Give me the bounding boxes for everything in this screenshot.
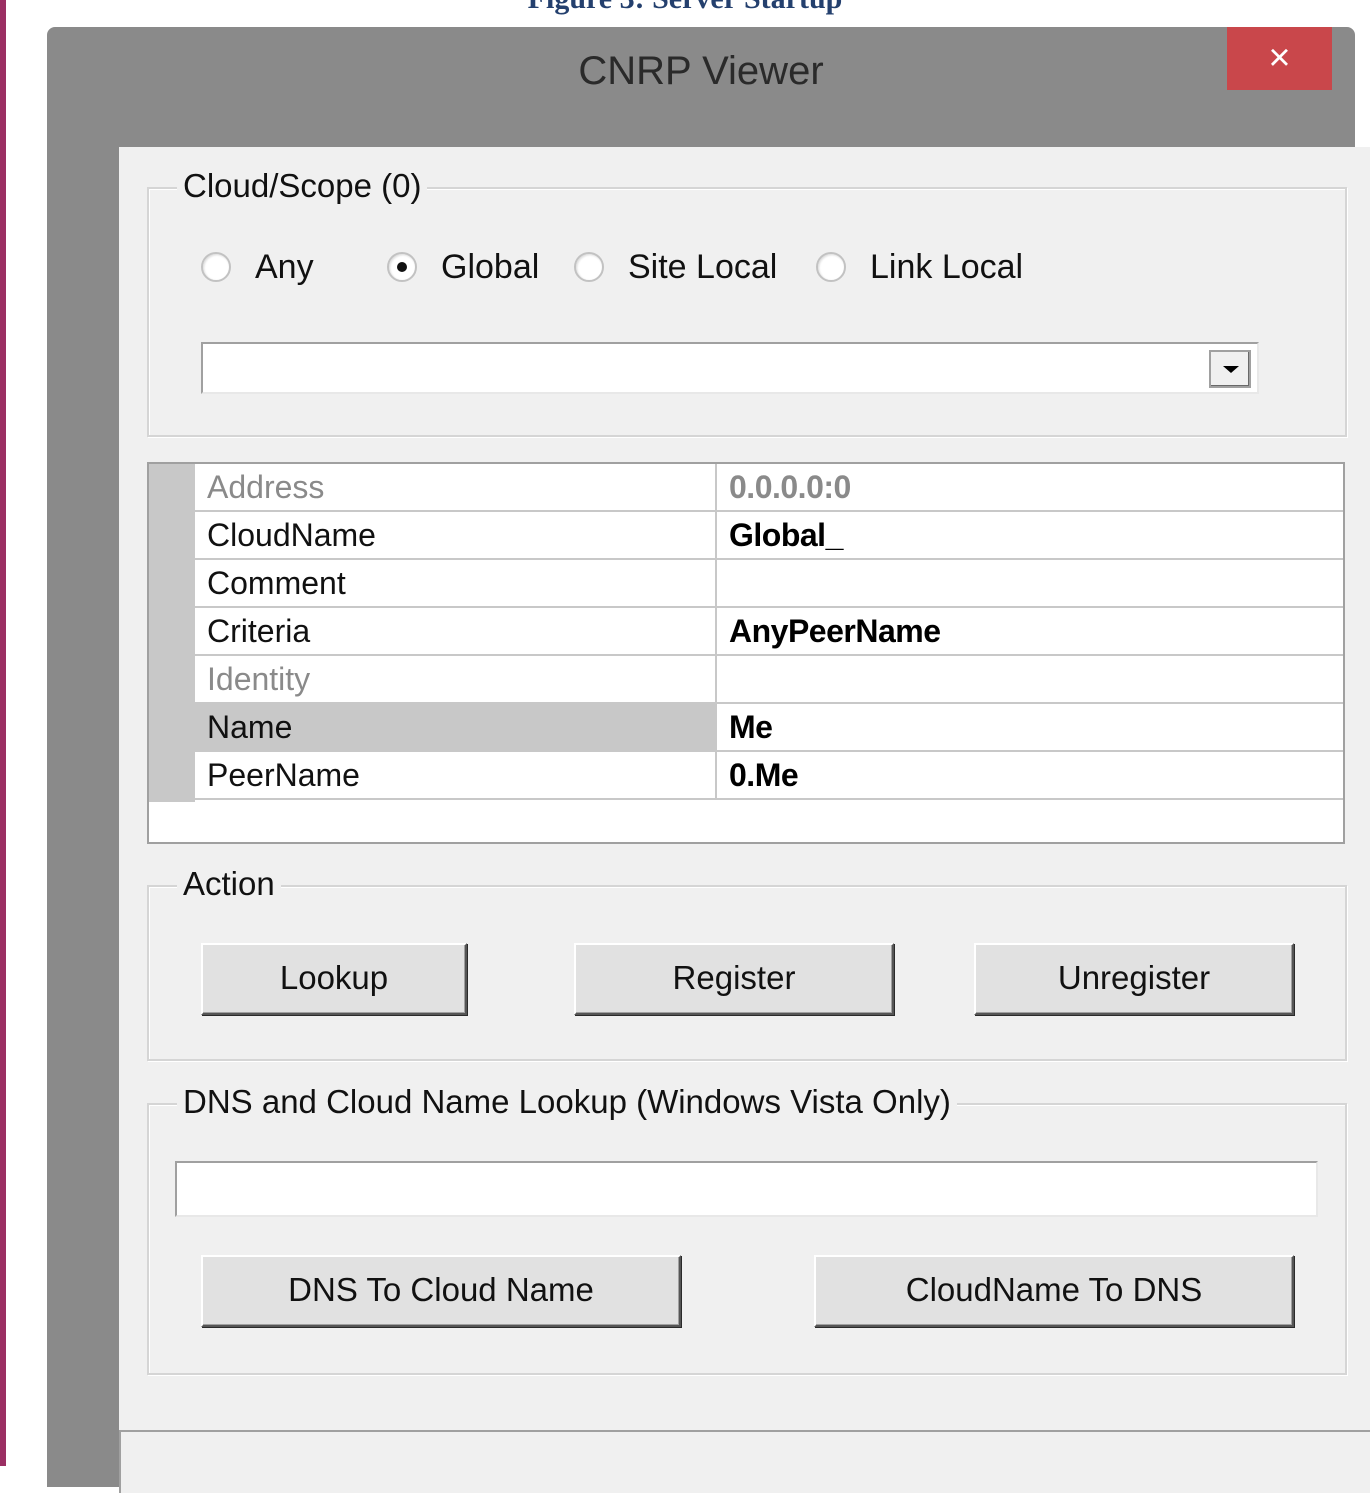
window-title: CNRP Viewer (578, 49, 824, 93)
radio-link-local[interactable]: Link Local (816, 247, 1023, 287)
radio-site-local-label: Site Local (628, 247, 778, 286)
property-name: Criteria (195, 608, 717, 654)
property-value[interactable] (717, 656, 1355, 702)
property-row-cloudname[interactable]: CloudName Global_ (195, 512, 1343, 560)
cnrp-viewer-window: CNRP Viewer × Cloud/Scope (0) Any Global… (47, 27, 1370, 1493)
dropdown-arrow-icon[interactable] (1209, 350, 1251, 388)
property-value[interactable]: Global_ (717, 512, 1355, 558)
radio-link-local-circle[interactable] (816, 252, 846, 282)
radio-global[interactable]: Global (387, 247, 539, 287)
property-name: Address (195, 464, 717, 510)
property-row-criteria[interactable]: Criteria AnyPeerName (195, 608, 1343, 656)
close-icon: × (1268, 37, 1291, 79)
property-grid-gutter (149, 464, 195, 802)
property-row-identity[interactable]: Identity (195, 656, 1343, 704)
close-button[interactable]: × (1227, 27, 1332, 90)
cloud-scope-legend: Cloud/Scope (0) (177, 167, 428, 205)
property-row-comment[interactable]: Comment (195, 560, 1343, 608)
cloud-scope-group: Cloud/Scope (0) (147, 167, 1347, 437)
property-value[interactable]: 0.Me (717, 752, 1355, 798)
radio-any[interactable]: Any (201, 247, 314, 287)
property-value[interactable]: Me (717, 704, 1355, 750)
radio-site-local[interactable]: Site Local (574, 247, 777, 287)
dns-lookup-group: DNS and Cloud Name Lookup (Windows Vista… (147, 1083, 1347, 1375)
dns-name-input[interactable] (175, 1161, 1318, 1217)
property-value[interactable]: AnyPeerName (717, 608, 1355, 654)
property-name: Name (195, 704, 717, 750)
cloudname-to-dns-button[interactable]: CloudName To DNS (814, 1255, 1294, 1327)
lookup-button[interactable]: Lookup (201, 943, 467, 1015)
property-name: PeerName (195, 752, 717, 798)
radio-link-local-label: Link Local (870, 247, 1024, 286)
dns-to-cloud-name-button[interactable]: DNS To Cloud Name (201, 1255, 681, 1327)
property-value[interactable] (717, 560, 1355, 606)
unregister-button[interactable]: Unregister (974, 943, 1294, 1015)
status-bar (119, 1430, 1370, 1493)
property-row-peername[interactable]: PeerName 0.Me (195, 752, 1343, 800)
figure-caption: Figure 3: Server Startup (0, 0, 1370, 16)
dns-lookup-legend: DNS and Cloud Name Lookup (Windows Vista… (177, 1083, 957, 1121)
radio-any-circle[interactable] (201, 252, 231, 282)
radio-global-circle[interactable] (387, 252, 417, 282)
property-name: Comment (195, 560, 717, 606)
page-left-accent-bar (0, 0, 6, 1466)
scope-combobox[interactable] (201, 342, 1259, 394)
property-row-name[interactable]: Name Me (195, 704, 1343, 752)
property-value[interactable]: 0.0.0.0:0 (717, 464, 1355, 510)
property-grid[interactable]: Address 0.0.0.0:0 CloudName Global_ Comm… (147, 462, 1345, 844)
register-button[interactable]: Register (574, 943, 894, 1015)
property-name: CloudName (195, 512, 717, 558)
radio-any-label: Any (255, 247, 314, 286)
radio-site-local-circle[interactable] (574, 252, 604, 282)
property-row-address[interactable]: Address 0.0.0.0:0 (195, 464, 1343, 512)
action-legend: Action (177, 865, 281, 903)
property-name: Identity (195, 656, 717, 702)
radio-global-label: Global (441, 247, 540, 286)
window-client-area: Cloud/Scope (0) Any Global Site Local Li… (119, 147, 1370, 1493)
